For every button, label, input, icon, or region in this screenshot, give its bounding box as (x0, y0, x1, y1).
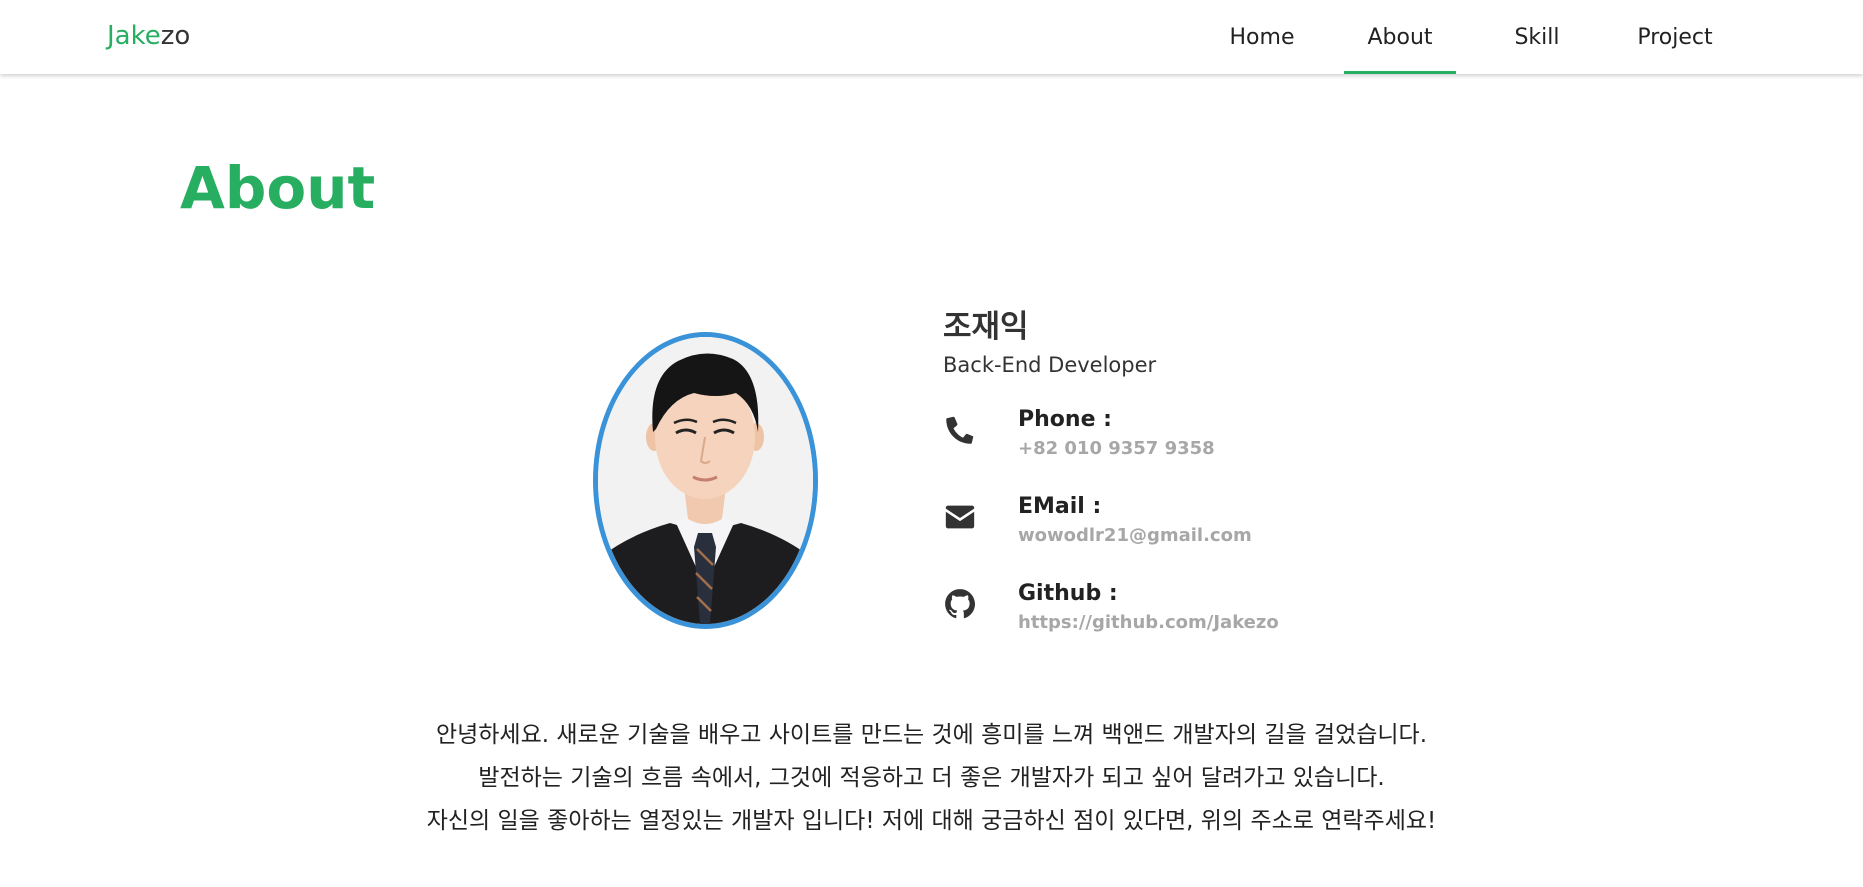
nav-about[interactable]: About (1344, 0, 1456, 74)
intro-line-3: 자신의 일을 좋아하는 열정있는 개발자 입니다! 저에 대해 궁금하신 점이 … (426, 808, 1437, 834)
contact-github-label: Github : (1018, 581, 1118, 606)
profile-name: 조재익 (943, 309, 1029, 345)
brand-logo[interactable]: Jakezo (107, 18, 190, 54)
contact-github-link[interactable]: https://github.com/Jakezo (1018, 611, 1279, 635)
nav-skill[interactable]: Skill (1487, 0, 1587, 74)
github-icon (945, 589, 976, 619)
intro-text: 안녕하세요. 새로운 기술을 배우고 사이트를 만드는 것에 흥미를 느껴 백앤… (0, 714, 1863, 843)
contact-email-label: EMail : (1018, 494, 1102, 519)
intro-line-2: 발전하는 기술의 흐름 속에서, 그것에 적응하고 더 좋은 개발자가 되고 싶… (478, 765, 1385, 791)
nav-project[interactable]: Project (1625, 0, 1725, 74)
nav-home[interactable]: Home (1212, 0, 1312, 74)
contact-phone-value[interactable]: +82 010 9357 9358 (1018, 437, 1215, 461)
navbar: Jakezo Home About Skill Project (0, 0, 1863, 74)
phone-icon (946, 416, 974, 444)
intro-line-1: 안녕하세요. 새로운 기술을 배우고 사이트를 만드는 것에 흥미를 느껴 백앤… (435, 722, 1428, 748)
brand-part-2: zo (160, 21, 191, 51)
profile-photo (593, 332, 818, 629)
section-title: About (180, 154, 376, 222)
profile-portrait-image (598, 337, 813, 624)
profile-role: Back-End Developer (943, 353, 1157, 377)
contact-phone-label: Phone : (1018, 407, 1112, 432)
contact-email-value[interactable]: wowodlr21@gmail.com (1018, 524, 1252, 548)
envelope-icon (945, 505, 975, 529)
brand-part-1: Jake (107, 21, 161, 51)
